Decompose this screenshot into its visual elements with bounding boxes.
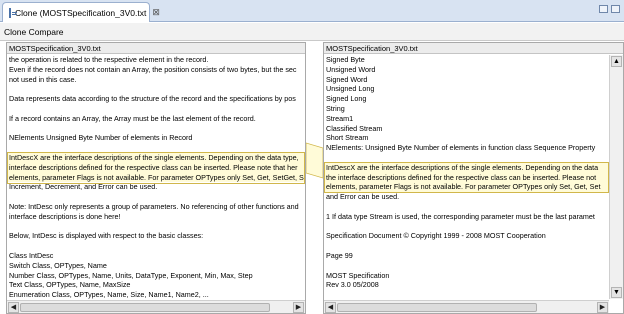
text-line — [7, 192, 305, 202]
text-line — [324, 153, 609, 163]
scroll-right-icon[interactable]: ▶ — [597, 302, 608, 313]
text-line: Class IntDesc — [9, 250, 54, 260]
text-line: Rev 3.0 05/2008 — [326, 280, 379, 290]
left-compare-pane[interactable]: MOSTSpecification_3V0.txt the operation … — [6, 42, 306, 314]
scroll-up-icon[interactable]: ▲ — [611, 56, 622, 67]
text-line: Data represents data according to the st… — [9, 94, 296, 104]
right-vertical-scrollbar[interactable]: ▲ ▼ — [609, 55, 623, 299]
cloned-text-line: elements, parameter Flags is not availab… — [7, 172, 305, 183]
text-line: Note: IntDesc only represents a group of… — [9, 201, 299, 211]
match-connector — [306, 142, 323, 179]
text-line — [7, 124, 305, 134]
maximize-button[interactable] — [611, 5, 620, 13]
text-line — [324, 261, 609, 271]
text-line: Classified Stream — [326, 123, 383, 133]
right-horizontal-scrollbar[interactable]: ◀ ▶ — [324, 300, 609, 313]
left-pane-header: MOSTSpecification_3V0.txt — [7, 43, 305, 54]
compare-title: Clone Compare — [4, 26, 64, 37]
left-text-area[interactable]: the operation is related to the respecti… — [7, 55, 305, 299]
text-line: NElements Unsigned Byte Number of elemen… — [9, 133, 193, 143]
text-line: String — [326, 103, 345, 113]
text-line: Number Class, OPTypes, Name, Units, Data… — [9, 270, 253, 280]
right-pane-header: MOSTSpecification_3V0.txt — [324, 43, 623, 54]
text-line: the operation is related to the respecti… — [9, 55, 209, 64]
right-text-area[interactable]: Signed Byte Unsigned Word Signed Word Unsig… — [324, 55, 609, 299]
text-line: Enumeration Class, OPTypes, Name, Size, … — [9, 290, 209, 299]
text-line: Increment, Decrement, and Error can be u… — [9, 182, 158, 192]
text-line: Stream1 — [326, 113, 354, 123]
cloned-text-line: IntDescX are the interface descriptions … — [324, 162, 609, 173]
text-line — [324, 241, 609, 251]
text-line: Signed Word — [326, 74, 368, 84]
text-line — [324, 290, 609, 299]
tab-label: Clone (MOSTSpecification_3V0.txt — [15, 7, 147, 18]
text-line — [324, 222, 609, 232]
text-line: Unsigned Long — [326, 84, 375, 94]
left-horizontal-scrollbar[interactable]: ◀ ▶ — [7, 300, 305, 313]
scroll-thumb[interactable] — [337, 303, 537, 312]
text-line: interface descriptions is done here! — [9, 211, 121, 221]
text-line: Short Stream — [326, 133, 369, 143]
text-line: MOST Specification — [326, 270, 390, 280]
editor-tab-bar: Clone (MOSTSpecification_3V0.txt ⊠ — [0, 0, 624, 22]
text-line — [324, 202, 609, 212]
text-line: and Error can be used. — [326, 192, 400, 202]
scroll-left-icon[interactable]: ◀ — [325, 302, 336, 313]
text-line: Below, IntDesc is displayed with respect… — [9, 231, 204, 241]
text-line: 1 If data type Stream is used, the corre… — [326, 211, 595, 221]
text-line — [7, 104, 305, 114]
close-icon[interactable]: ⊠ — [152, 7, 160, 18]
text-line — [7, 241, 305, 251]
text-line: Signed Byte — [326, 55, 365, 64]
cloned-text-line: the interface descriptions defined for t… — [324, 172, 609, 183]
text-line — [7, 84, 305, 94]
tab-clone-compare[interactable]: Clone (MOSTSpecification_3V0.txt ⊠ — [2, 2, 160, 22]
cloned-text-line: IntDescX are the interface descriptions … — [7, 152, 305, 163]
text-line — [7, 222, 305, 232]
scroll-left-icon[interactable]: ◀ — [8, 302, 19, 313]
text-line: Text Class, OPTypes, Name, MaxSize — [9, 280, 131, 290]
scroll-right-icon[interactable]: ▶ — [293, 302, 304, 313]
text-line: Page 99 — [326, 250, 353, 260]
compare-editor-icon — [9, 7, 17, 18]
text-line: not used in this case. — [9, 74, 77, 84]
text-line: If a record contains an Array, the Array… — [9, 113, 256, 123]
minimize-button[interactable] — [599, 5, 608, 13]
text-line: Even if the record does not contain an A… — [9, 64, 297, 74]
text-line — [7, 143, 305, 153]
cloned-text-line: interface descriptions defined for the r… — [7, 162, 305, 173]
text-line: Unsigned Word — [326, 64, 376, 74]
right-compare-pane[interactable]: MOSTSpecification_3V0.txt Signed Byte Uns… — [323, 42, 624, 314]
text-line: Signed Long — [326, 94, 367, 104]
compare-toolbar: Clone Compare — [0, 23, 624, 41]
text-line: Specification Document © Copyright 1999 … — [326, 231, 546, 241]
scroll-down-icon[interactable]: ▼ — [611, 287, 622, 298]
scroll-thumb[interactable] — [20, 303, 270, 312]
text-line: NElements: Unsigned Byte Number of eleme… — [326, 143, 596, 153]
compare-gutter — [306, 42, 323, 314]
text-line: Switch Class, OPTypes, Name — [9, 260, 107, 270]
window-controls — [599, 5, 620, 13]
cloned-text-line: elements, parameter Flags is not availab… — [324, 182, 609, 193]
